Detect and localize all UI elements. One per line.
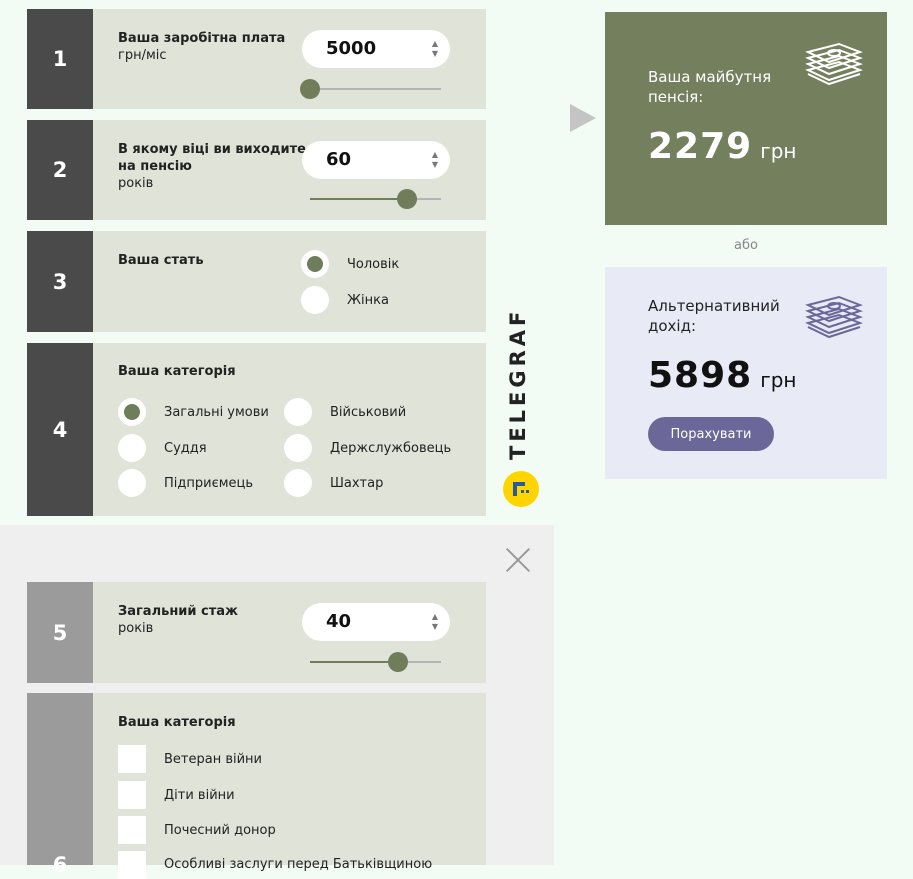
category-civil-servant-radio[interactable] bbox=[284, 434, 312, 462]
experience-slider[interactable] bbox=[310, 652, 441, 672]
money-stack-icon bbox=[805, 42, 863, 86]
step-label: Ваша категорія bbox=[118, 714, 236, 731]
spinner-arrows-icon[interactable]: ▲ ▼ bbox=[432, 39, 438, 59]
step-number: 1 bbox=[27, 9, 93, 109]
money-stack-icon bbox=[805, 295, 863, 339]
category-entrepreneur-radio[interactable] bbox=[118, 469, 146, 497]
slider-fill bbox=[310, 198, 407, 200]
calculate-button[interactable]: Порахувати bbox=[648, 417, 774, 451]
step-number: 4 bbox=[27, 343, 93, 516]
spinner-arrows-icon[interactable]: ▲ ▼ bbox=[432, 612, 438, 632]
age-value: 60 bbox=[326, 149, 352, 170]
step-number: 2 bbox=[27, 120, 93, 220]
category-label: Ваша категорія bbox=[118, 364, 236, 379]
category-entrepreneur-label: Підприємець bbox=[164, 476, 254, 491]
step-salary: 1 Ваша заробітна плата грн/міс 5000 ▲ ▼ bbox=[27, 9, 486, 109]
slider-handle[interactable] bbox=[300, 79, 320, 99]
age-unit: років bbox=[118, 176, 154, 191]
experience-value: 40 bbox=[326, 611, 352, 632]
step-label: В якому віці ви виходите на пенсію років bbox=[118, 141, 306, 192]
experience-input[interactable]: 40 ▲ ▼ bbox=[302, 603, 450, 641]
salary-unit: грн/міс bbox=[118, 48, 167, 63]
honorary-donor-label: Почесний донор bbox=[164, 823, 276, 838]
category-general-radio[interactable] bbox=[118, 398, 146, 426]
category-judge-label: Суддя bbox=[164, 441, 207, 456]
telegraf-logo-icon bbox=[503, 471, 539, 507]
step-label: Ваша категорія bbox=[118, 363, 236, 380]
step-label: Ваша стать bbox=[118, 252, 204, 269]
spinner-arrows-icon[interactable]: ▲ ▼ bbox=[432, 150, 438, 170]
or-separator: або bbox=[734, 238, 758, 253]
pension-result-card: Ваша майбутня пенсія: 2279 грн bbox=[605, 12, 887, 225]
age-label-line1: В якому віці ви виходите bbox=[118, 142, 306, 157]
age-label-line2: на пенсію bbox=[118, 159, 192, 174]
alt-income-title: Альтернативний дохід: bbox=[648, 297, 780, 335]
special-merit-checkbox[interactable] bbox=[118, 851, 146, 879]
gender-female-radio[interactable] bbox=[301, 286, 329, 314]
alt-income-value: 5898 грн bbox=[648, 355, 797, 396]
category-general-label: Загальні умови bbox=[164, 405, 269, 420]
gender-female-label: Жінка bbox=[347, 293, 389, 308]
category-miner-radio[interactable] bbox=[284, 469, 312, 497]
step-retirement-age: 2 В якому віці ви виходите на пенсію рок… bbox=[27, 120, 486, 220]
category-military-radio[interactable] bbox=[284, 398, 312, 426]
pension-title: Ваша майбутня пенсія: bbox=[648, 68, 772, 106]
age-input[interactable]: 60 ▲ ▼ bbox=[302, 141, 450, 179]
pension-value: 2279 грн bbox=[648, 126, 797, 167]
honorary-donor-checkbox[interactable] bbox=[118, 816, 146, 844]
salary-label: Ваша заробітна плата bbox=[118, 31, 286, 46]
salary-input[interactable]: 5000 ▲ ▼ bbox=[302, 30, 450, 68]
arrow-right-icon bbox=[570, 104, 596, 132]
category-miner-label: Шахтар bbox=[330, 476, 384, 491]
experience-label: Загальний стаж bbox=[118, 604, 238, 619]
extra-category-label: Ваша категорія bbox=[118, 715, 236, 730]
step-experience: 5 Загальний стаж років 40 ▲ ▼ bbox=[27, 582, 486, 683]
slider-handle[interactable] bbox=[396, 189, 417, 209]
category-military-label: Військовий bbox=[330, 405, 407, 420]
category-judge-radio[interactable] bbox=[118, 434, 146, 462]
salary-value: 5000 bbox=[326, 38, 377, 59]
alternative-income-card: Альтернативний дохід: 5898 грн Порахувати bbox=[605, 267, 887, 479]
step-label: Загальний стаж років bbox=[118, 603, 238, 637]
step-number: 3 bbox=[27, 231, 93, 332]
close-icon[interactable] bbox=[505, 547, 531, 573]
salary-slider[interactable] bbox=[300, 79, 441, 99]
brand-wordmark: TELEGRAF bbox=[506, 307, 530, 460]
slider-handle[interactable] bbox=[387, 652, 408, 672]
gender-male-label: Чоловік bbox=[347, 257, 400, 272]
experience-unit: років bbox=[118, 621, 154, 636]
war-children-checkbox[interactable] bbox=[118, 781, 146, 809]
war-children-label: Діти війни bbox=[164, 788, 235, 803]
category-civil-servant-label: Держслужбовець bbox=[330, 441, 452, 456]
step-extra-category: 6 Ваша категорія Ветеран війни Діти війн… bbox=[27, 693, 486, 879]
veteran-label: Ветеран війни bbox=[164, 752, 263, 767]
step-category: 4 Ваша категорія Загальні умови Військов… bbox=[27, 343, 486, 516]
gender-label: Ваша стать bbox=[118, 253, 204, 268]
gender-male-radio[interactable] bbox=[301, 250, 329, 278]
age-slider[interactable] bbox=[310, 189, 441, 209]
veteran-checkbox[interactable] bbox=[118, 745, 146, 773]
slider-fill bbox=[310, 661, 398, 663]
step-number: 5 bbox=[27, 582, 93, 683]
step-number: 6 bbox=[27, 693, 93, 877]
step-label: Ваша заробітна плата грн/міс bbox=[118, 30, 285, 64]
step-gender: 3 Ваша стать Чоловік Жінка bbox=[27, 231, 486, 332]
